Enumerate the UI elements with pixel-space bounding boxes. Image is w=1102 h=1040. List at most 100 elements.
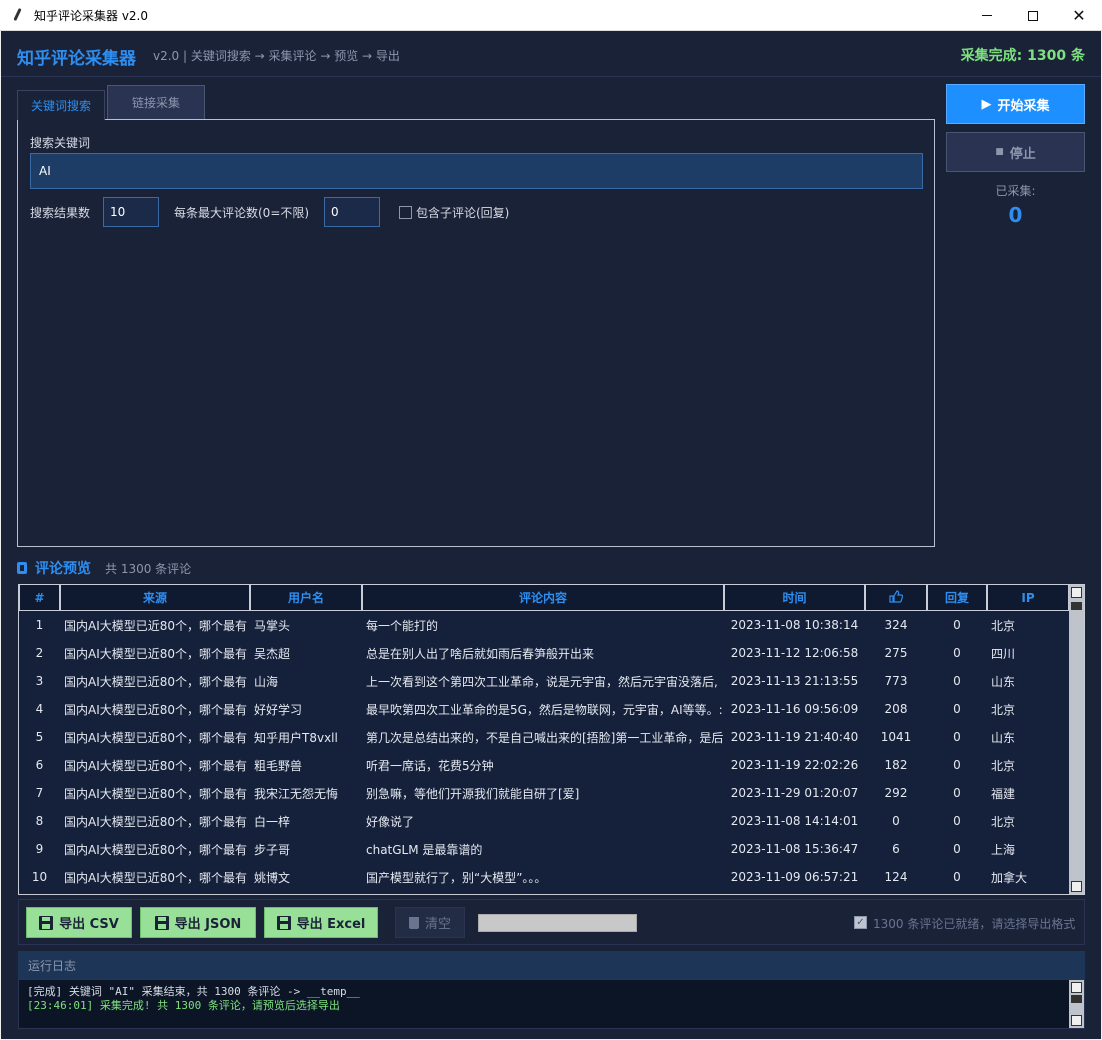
cell-replies: 0 [953, 674, 961, 688]
include-replies-label: 包含子评论(回复) [416, 206, 510, 220]
export-excel-button[interactable]: 导出 Excel [264, 907, 378, 938]
cell-time: 2023-11-09 06:57:21 [730, 870, 859, 884]
table-row[interactable]: 3 国内AI大模型已近80个，哪个最有 山海 上一次看到这个第四次工业革命，说是元宇宙… [19, 667, 1069, 695]
clear-button[interactable]: 清空 [395, 907, 465, 938]
table-row[interactable]: 8 国内AI大模型已近80个，哪个最有 白一梓 好像说了 2023-11-08 14:1… [19, 807, 1069, 835]
cell-username: 知乎用户T8vxll [254, 730, 338, 745]
table-row[interactable]: 10 国内AI大模型已近80个，哪个最有 姚博文 国产模型就行了，别“大模型”。。。 2… [19, 863, 1069, 891]
table-row[interactable]: 9 国内AI大模型已近80个，哪个最有 步子哥 chatGLM 是最靠谱的 2023-1… [19, 835, 1069, 863]
cell-time: 2023-11-19 22:02:26 [730, 758, 859, 772]
app-subtitle: v2.0 | 关键词搜索 → 采集评论 → 预览 → 导出 [153, 49, 400, 63]
keyword-label: 搜索关键词 [30, 136, 91, 150]
cell-source: 国内AI大模型已近80个，哪个最有 [64, 702, 248, 717]
results-count-input[interactable] [103, 197, 159, 227]
cell-ip: 北京 [991, 618, 1016, 633]
cell-ip: 北京 [991, 702, 1016, 717]
stop-button[interactable]: ■ 停止 [946, 132, 1085, 172]
scroll-up-arrow-icon[interactable] [1071, 587, 1082, 598]
scrollbar-thumb[interactable] [1071, 995, 1082, 1003]
maximize-button[interactable] [1010, 0, 1056, 31]
window-title: 知乎评论采集器 v2.0 [34, 8, 149, 23]
cell-likes: 182 [884, 758, 908, 772]
table-row[interactable]: 5 国内AI大模型已近80个，哪个最有 知乎用户T8vxll 第几次是总结出来的，不是… [19, 723, 1069, 751]
cell-username: 山海 [254, 674, 279, 689]
cell-username: 白一梓 [254, 814, 291, 829]
tab-keyword-search[interactable]: 关键词搜索 [17, 90, 105, 120]
cell-index: 5 [35, 730, 44, 744]
save-disk-icon [39, 915, 54, 930]
cell-time: 2023-11-16 09:56:09 [730, 702, 859, 716]
max-comments-input[interactable] [324, 197, 380, 227]
export-csv-label: 导出 CSV [59, 917, 119, 932]
col-header-index[interactable]: # [19, 585, 60, 611]
table-row[interactable]: 2 国内AI大模型已近80个，哪个最有 吴杰超 总是在别人出了啥后就如雨后春笋般开出来… [19, 639, 1069, 667]
cell-replies: 0 [953, 730, 961, 744]
table-row[interactable]: 1 国内AI大模型已近80个，哪个最有 马掌头 每一个能打的 2023-11-08 10… [19, 611, 1069, 639]
cell-ip: 加拿大 [991, 870, 1028, 885]
feather-icon [10, 7, 26, 23]
export-json-button[interactable]: 导出 JSON [140, 907, 256, 938]
maximize-icon [1028, 10, 1038, 21]
cell-index: 9 [35, 842, 44, 856]
log-panel: [完成] 关键词 "AI" 采集结束，共 1300 条评论 -> __temp_… [18, 979, 1085, 1029]
stop-icon: ■ [995, 147, 1004, 157]
cell-time: 2023-11-08 14:14:01 [730, 814, 859, 828]
scroll-up-arrow-icon[interactable] [1071, 982, 1082, 993]
include-replies-checkbox[interactable] [399, 206, 412, 219]
cell-replies: 0 [953, 814, 961, 828]
log-line: [完成] 关键词 "AI" 采集结束，共 1300 条评论 -> __temp_… [27, 985, 360, 998]
close-button[interactable]: ✕ [1056, 0, 1102, 31]
preview-header: 评论预览 共 1300 条评论 [17, 558, 191, 578]
cell-replies: 0 [953, 646, 961, 660]
app-brand: 知乎评论采集器 [17, 49, 136, 69]
cell-content: 最早吹第四次工业革命的是5G，然后是物联网，元宇宙，AI等等。: [366, 702, 723, 717]
cell-source: 国内AI大模型已近80个，哪个最有 [64, 786, 248, 801]
export-csv-button[interactable]: 导出 CSV [26, 907, 132, 938]
tab-link-collect[interactable]: 链接采集 [107, 85, 205, 119]
minimize-button[interactable] [964, 0, 1010, 31]
log-scrollbar[interactable] [1069, 980, 1084, 1028]
ready-checkbox[interactable]: ✓ [854, 916, 867, 929]
col-header-ip[interactable]: IP [987, 585, 1069, 611]
cell-ip: 上海 [991, 842, 1016, 857]
cell-index: 8 [35, 814, 44, 828]
scroll-down-arrow-icon[interactable] [1071, 881, 1082, 892]
stop-button-label: 停止 [1009, 146, 1036, 162]
cell-time: 2023-11-19 21:40:40 [730, 730, 859, 744]
cell-username: 粗毛野兽 [254, 758, 303, 773]
table-scrollbar[interactable] [1069, 585, 1084, 894]
cell-source: 国内AI大模型已近80个，哪个最有 [64, 618, 248, 633]
table-row[interactable]: 7 国内AI大模型已近80个，哪个最有 我宋江无怨无悔 别急嘛，等他们开源我们就能自研… [19, 779, 1069, 807]
start-button[interactable]: ▶ 开始采集 [946, 84, 1085, 124]
app-main: 知乎评论采集器 v2.0 | 关键词搜索 → 采集评论 → 预览 → 导出 采集… [1, 31, 1101, 1039]
cell-username: 姚博文 [254, 870, 291, 885]
cell-source: 国内AI大模型已近80个，哪个最有 [64, 870, 248, 885]
col-header-source[interactable]: 来源 [60, 585, 250, 611]
col-header-content[interactable]: 评论内容 [362, 585, 724, 611]
cell-ip: 福建 [991, 786, 1016, 801]
cell-likes: 324 [884, 618, 908, 632]
col-header-time[interactable]: 时间 [724, 585, 865, 611]
scrollbar-thumb[interactable] [1071, 602, 1082, 610]
cell-source: 国内AI大模型已近80个，哪个最有 [64, 842, 248, 857]
col-header-replies[interactable]: 回复 [927, 585, 987, 611]
start-button-label: 开始采集 [997, 98, 1050, 114]
export-bar: 导出 CSV 导出 JSON 导出 Excel 清空 ✓ 1300 条评论已就绪… [18, 899, 1085, 945]
cell-content: 总是在别人出了啥后就如雨后春笋般开出来 [366, 646, 595, 661]
cell-username: 吴杰超 [254, 646, 291, 661]
cell-ip: 山东 [991, 730, 1016, 745]
cell-likes: 292 [884, 786, 908, 800]
like-icon [889, 589, 904, 603]
minimize-icon [982, 15, 992, 16]
log-line: [23:46:01] 采集完成! 共 1300 条评论，请预览后选择导出 [27, 999, 340, 1012]
col-header-username[interactable]: 用户名 [250, 585, 362, 611]
table-row[interactable]: 4 国内AI大模型已近80个，哪个最有 好好学习 最早吹第四次工业革命的是5G，然后是… [19, 695, 1069, 723]
export-progress-bar [478, 914, 637, 932]
scroll-down-arrow-icon[interactable] [1071, 1015, 1082, 1026]
table-row[interactable]: 6 国内AI大模型已近80个，哪个最有 粗毛野兽 听君一席话，花费5分钟 2023-11… [19, 751, 1069, 779]
table-header-row: # 来源 用户名 评论内容 时间 回复 IP [19, 585, 1069, 611]
results-count-label: 搜索结果数 [30, 206, 91, 220]
cell-replies: 0 [953, 702, 961, 716]
keyword-input[interactable] [30, 153, 923, 189]
col-header-likes[interactable] [865, 585, 927, 611]
